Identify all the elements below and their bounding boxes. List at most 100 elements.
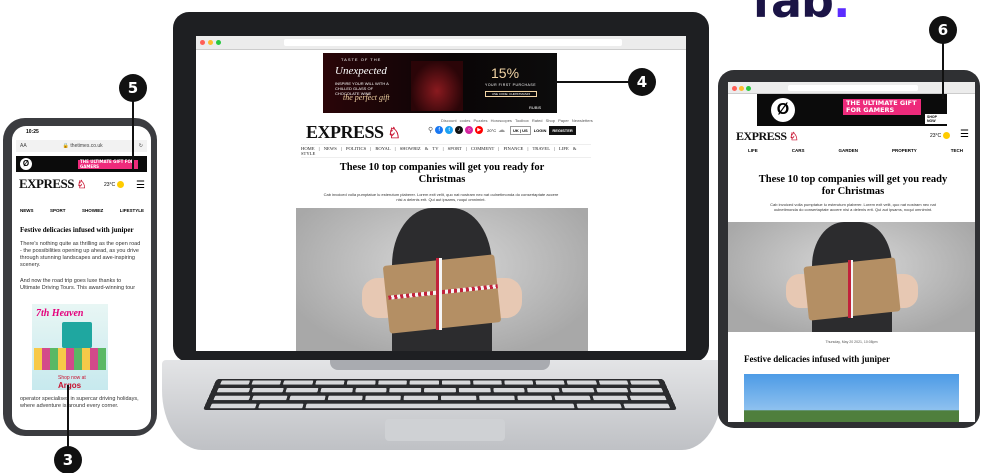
shop-now-button[interactable]: SHOP NOW	[925, 114, 947, 124]
laptop-screen: TASTE OF THE Unexpected INSPIRE YOUR WIL…	[196, 36, 686, 351]
tablet-screen: Ø THE ULTIMATE GIFT FOR GAMERS SHOP NOW …	[728, 82, 975, 422]
laptop-weather: 20°C	[487, 127, 497, 133]
chocolate-wine-ad[interactable]: TASTE OF THE Unexpected INSPIRE YOUR WIL…	[323, 53, 557, 113]
tablet-express-logo[interactable]: EXPRESS ♘	[736, 129, 799, 144]
laptop-social-icons: ⚲ f t ♪ ○ ▶ 20°C ☁	[428, 126, 505, 134]
nav-sport[interactable]: SPORT	[50, 208, 66, 213]
reload-icon[interactable]: ↻	[139, 143, 143, 149]
callout-6: 6	[929, 16, 957, 44]
text-size-button[interactable]: AA	[20, 143, 27, 149]
tablet-url-input[interactable]	[788, 85, 918, 91]
tablet-subhead: Cab invoiced volla pumptatue lu esterutu…	[770, 202, 936, 212]
tablet-headline-2[interactable]: Festive delicacies infused with juniper	[744, 354, 890, 364]
laptop-express-logo[interactable]: EXPRESS ♘	[306, 122, 401, 143]
register-button[interactable]: REGISTER	[549, 126, 576, 135]
tablet-dateline: Thursday, May 20 2021, 10:08pm	[825, 340, 878, 344]
phone-status-time: 10:25	[26, 129, 39, 135]
phone-url-text: 🔒 thetimes.co.uk	[62, 143, 103, 149]
callout-3-line	[67, 385, 69, 447]
laptop-main-menu[interactable]: HOME | NEWS | POLITICS | ROYAL | SHOWBIZ…	[301, 144, 591, 158]
facebook-icon[interactable]: f	[435, 126, 444, 134]
hamburger-menu-icon[interactable]: ☰	[136, 180, 145, 191]
minimize-icon[interactable]	[208, 40, 213, 45]
nav-property[interactable]: PROPERTY	[892, 148, 917, 153]
gamer-ad-text: THE ULTIMATE GIFT FOR GAMERS	[843, 99, 921, 115]
sun-icon	[942, 132, 950, 139]
tablet-nav: LIFE CARS GARDEN PROPERTY TECH	[748, 148, 963, 153]
crown-icon: ♘	[387, 126, 401, 142]
gift-hero-image	[296, 208, 588, 351]
cloud-icon: ☁	[498, 127, 506, 134]
phone-paragraph-1: There's nothing quite as thrilling as th…	[20, 241, 141, 268]
laptop-hinge	[330, 360, 550, 370]
gamer-ad-logo-icon: Ø	[771, 98, 795, 122]
twitter-icon[interactable]: t	[445, 126, 454, 134]
ad-cta-button[interactable]: USE CODE: CHRISTMAS15	[485, 91, 537, 97]
nav-life[interactable]: LIFE	[748, 148, 758, 153]
hamburger-menu-icon[interactable]: ☰	[960, 129, 969, 140]
phone-weather: 23°C	[104, 181, 124, 188]
laptop-headline[interactable]: These 10 top companies will get you read…	[326, 162, 558, 186]
phone-nav: NEWS SPORT SHOWBIZ LIFESTYLE	[20, 208, 144, 213]
tablet-headline[interactable]: These 10 top companies will get you read…	[753, 174, 953, 198]
ad-sponsor: RUBIS	[529, 105, 542, 110]
laptop-trackpad	[385, 419, 505, 441]
wine-bottles-image	[411, 61, 463, 111]
phone-paragraph-3: operator specialises in supercar driving…	[20, 396, 139, 409]
callout-3: 3	[54, 446, 82, 473]
callout-6-line	[942, 43, 944, 99]
maximize-icon[interactable]	[746, 86, 751, 91]
crown-icon: ♘	[789, 131, 799, 143]
callout-5: 5	[119, 74, 147, 102]
nav-showbiz[interactable]: SHOWBIZ	[82, 208, 103, 213]
argos-promo-ad[interactable]: 7th Heaven Shop now at Argos	[32, 304, 108, 390]
nav-tech[interactable]: TECH	[951, 148, 963, 153]
phone-article-headline[interactable]: Festive delicacies infused with juniper	[20, 226, 134, 234]
nav-garden[interactable]: GARDEN	[838, 148, 858, 153]
login-button[interactable]: LOGIN	[534, 128, 547, 133]
fab-logo: fab.	[752, 0, 850, 28]
laptop-subhead: Cab invoiced volla pumptatue lu esterutu…	[323, 192, 559, 202]
forest-image	[744, 374, 959, 422]
promo-figures	[34, 348, 106, 370]
nav-cars[interactable]: CARS	[792, 148, 805, 153]
tablet-weather: 23°C	[930, 132, 950, 139]
crown-icon: ♘	[76, 179, 87, 191]
gamer-ad-logo-icon: Ø	[20, 158, 32, 170]
gift-hero-image	[728, 222, 975, 332]
ad-discount-sub: YOUR FIRST PURCHASE	[485, 83, 537, 87]
search-icon[interactable]: ⚲	[428, 126, 433, 134]
phone-url-bar[interactable]: AA 🔒 thetimes.co.uk ↻	[16, 140, 147, 152]
tablet-browser-bar	[728, 82, 975, 94]
tablet-gamer-ad[interactable]: Ø THE ULTIMATE GIFT FOR GAMERS SHOP NOW	[757, 94, 947, 126]
laptop-browser-bar	[196, 36, 686, 50]
laptop-top-links[interactable]: Discount codes Puzzles Horoscopes Toolbo…	[441, 118, 593, 123]
instagram-icon[interactable]: ○	[465, 126, 474, 134]
laptop-keyboard	[202, 378, 678, 411]
laptop-account-buttons: UK | US LOGIN REGISTER	[510, 126, 576, 135]
promo-gift-box	[62, 322, 92, 348]
callout-5-line	[132, 101, 134, 170]
promo-title: 7th Heaven	[36, 308, 84, 319]
region-toggle[interactable]: UK | US	[510, 126, 531, 135]
close-icon[interactable]	[732, 86, 737, 91]
phone-express-logo[interactable]: EXPRESS ♘	[19, 176, 87, 192]
callout-4-line	[555, 81, 629, 83]
ad-discount: 15%	[491, 65, 520, 81]
close-icon[interactable]	[200, 40, 205, 45]
device-showcase: fab. 10:25 AA 🔒 thetimes.co.uk ↻ Ø THE U…	[0, 0, 985, 473]
nav-news[interactable]: NEWS	[20, 208, 34, 213]
tiktok-icon[interactable]: ♪	[455, 126, 464, 134]
phone-gamer-ad[interactable]: Ø THE ULTIMATE GIFT FOR GAMERS	[16, 156, 147, 172]
phone-screen: 10:25 AA 🔒 thetimes.co.uk ↻ Ø THE ULTIMA…	[12, 126, 151, 430]
phone-paragraph-2: And now the road trip goes luxe thanks t…	[20, 278, 136, 291]
ad-title: Unexpected	[335, 65, 387, 77]
sun-icon	[116, 181, 124, 188]
minimize-icon[interactable]	[739, 86, 744, 91]
youtube-icon[interactable]: ▶	[475, 126, 484, 134]
ad-kicker: TASTE OF THE	[341, 57, 382, 62]
nav-lifestyle[interactable]: LIFESTYLE	[120, 208, 144, 213]
maximize-icon[interactable]	[216, 40, 221, 45]
laptop-url-input[interactable]	[284, 39, 622, 46]
ad-tagline: the perfect gift	[343, 93, 390, 102]
